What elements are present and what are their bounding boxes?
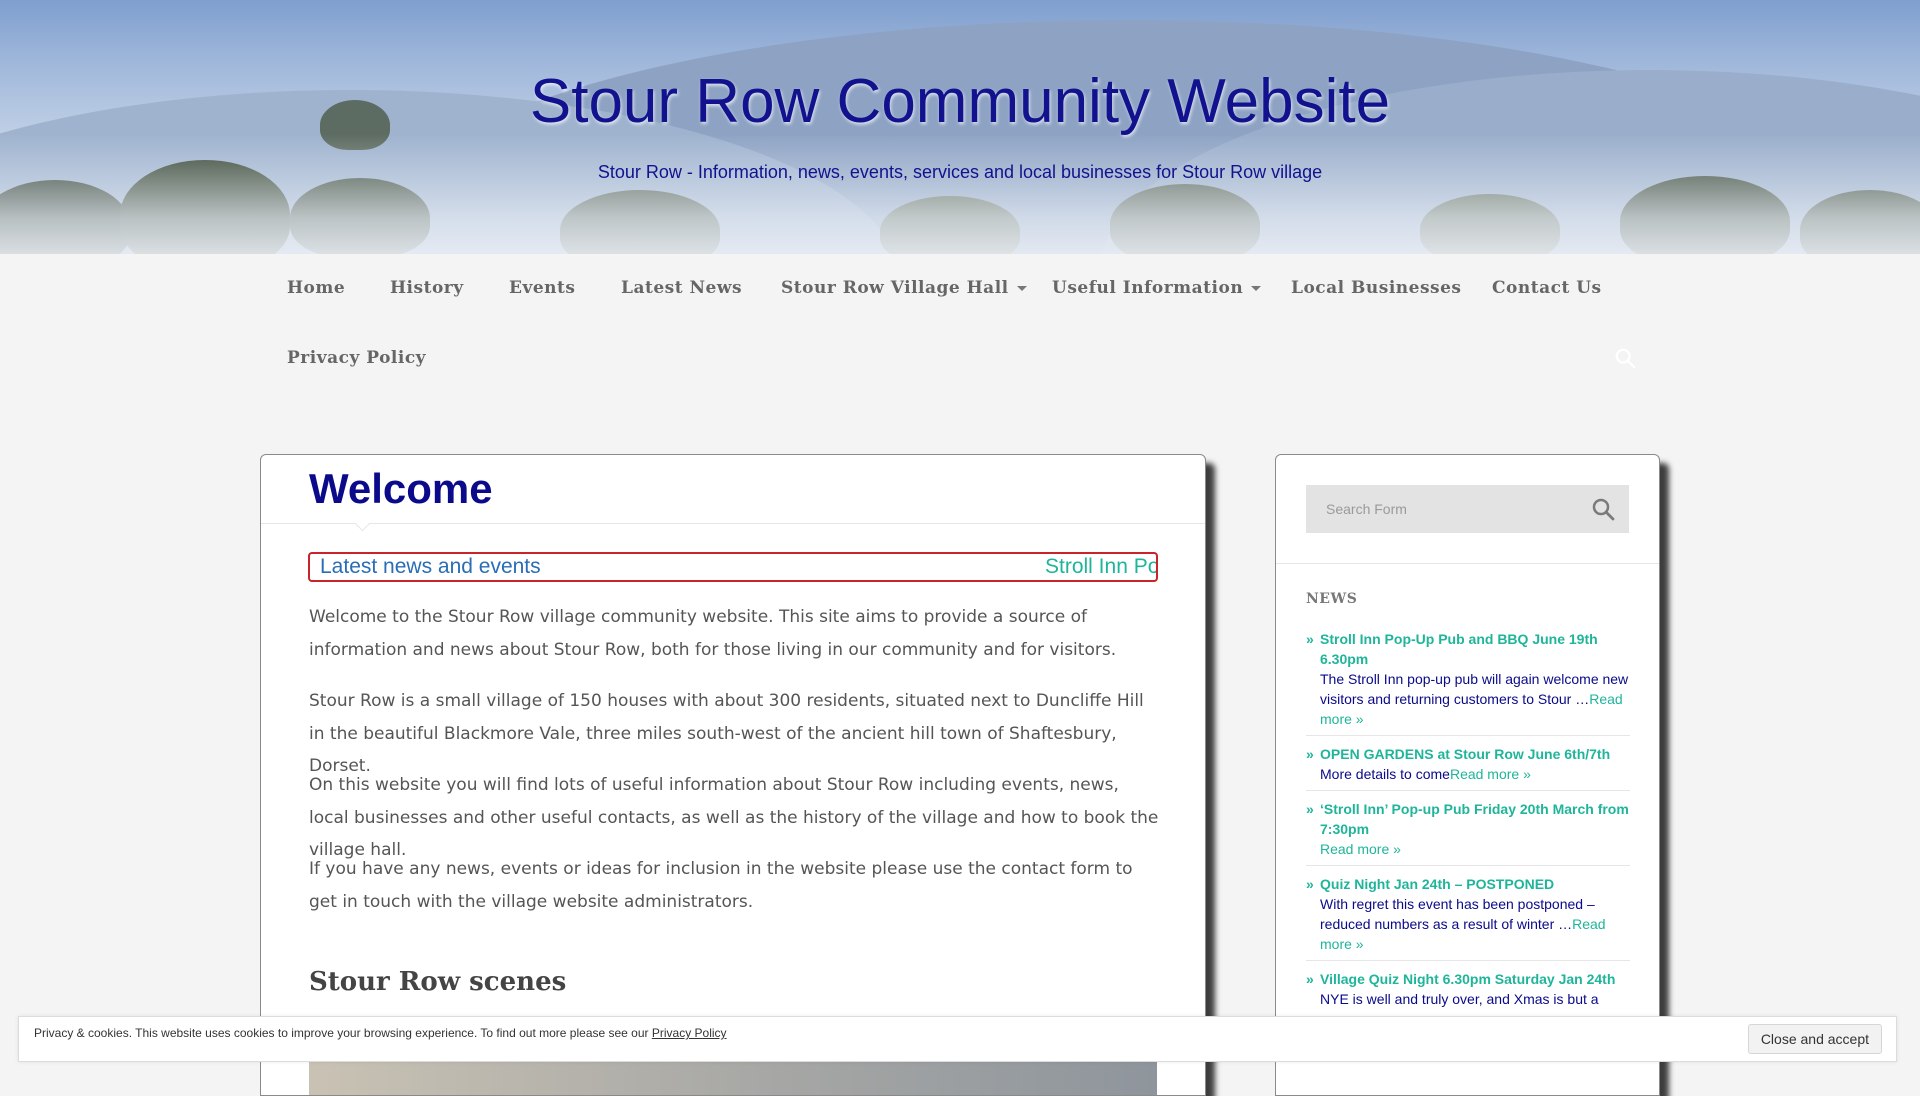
chevron-right-icon: » (1306, 801, 1314, 817)
nav-item-history[interactable]: History (390, 278, 464, 298)
news-excerpt: With regret this event has been postpone… (1320, 896, 1595, 932)
sidebar: NEWS » Stroll Inn Pop-Up Pub and BBQ Jun… (1275, 454, 1660, 1096)
news-title-link[interactable]: Village Quiz Night 6.30pm Saturday Jan 2… (1320, 969, 1630, 989)
search-icon[interactable] (1591, 497, 1615, 521)
search-icon[interactable] (1614, 347, 1636, 369)
nav-item-local-businesses[interactable]: Local Businesses (1291, 278, 1462, 298)
privacy-policy-link[interactable]: Privacy Policy (652, 1026, 727, 1040)
nav-item-contact-us[interactable]: Contact Us (1492, 278, 1602, 298)
chevron-down-icon (1251, 286, 1262, 291)
news-item: » OPEN GARDENS at Stour Row June 6th/7th… (1306, 744, 1630, 791)
nav-item-events[interactable]: Events (509, 278, 575, 298)
chevron-right-icon: » (1306, 971, 1314, 987)
main-content-card: Welcome Latest news and events Stroll In… (260, 454, 1206, 1096)
scene-image (309, 1062, 1157, 1095)
chevron-down-icon (1016, 286, 1027, 291)
welcome-paragraph: Welcome to the Stour Row village communi… (309, 607, 1117, 660)
chevron-right-icon: » (1306, 631, 1314, 647)
news-excerpt: The Stroll Inn pop-up pub will again wel… (1320, 671, 1629, 707)
scenes-heading: Stour Row scenes (309, 967, 567, 997)
close-and-accept-button[interactable]: Close and accept (1747, 1024, 1882, 1054)
village-paragraph: Stour Row is a small village of 150 hous… (309, 691, 1144, 776)
news-excerpt: NYE is well and truly over, and Xmas is … (1320, 991, 1599, 1007)
news-excerpt: More details to come (1320, 766, 1450, 782)
info-paragraph: On this website you will find lots of us… (309, 775, 1159, 860)
ticker-news-link[interactable]: Stroll Inn Pop-Up Pub and BBQ June 19th … (1045, 555, 1156, 579)
nav-item-village-hall[interactable]: Stour Row Village Hall (781, 278, 1027, 298)
nav-item-privacy-policy[interactable]: Privacy Policy (287, 348, 426, 368)
news-item: » Stroll Inn Pop-Up Pub and BBQ June 19t… (1306, 629, 1630, 736)
nav-item-home[interactable]: Home (287, 278, 345, 298)
chevron-right-icon: » (1306, 746, 1314, 762)
nav-item-useful-information[interactable]: Useful Information (1052, 278, 1262, 298)
news-title-link[interactable]: ‘Stroll Inn’ Pop-up Pub Friday 20th Marc… (1320, 799, 1630, 839)
site-tagline: Stour Row - Information, news, events, s… (597, 162, 1323, 182)
news-item: » Village Quiz Night 6.30pm Saturday Jan… (1306, 969, 1630, 1015)
news-title-link[interactable]: Stroll Inn Pop-Up Pub and BBQ June 19th … (1320, 629, 1630, 669)
cookie-text: Privacy & cookies. This website uses coo… (34, 1026, 727, 1040)
news-item: » ‘Stroll Inn’ Pop-up Pub Friday 20th Ma… (1306, 799, 1630, 866)
read-more-link[interactable]: Read more » (1450, 766, 1531, 782)
site-header: Stour Row Community Website Stour Row - … (0, 0, 1920, 254)
search-input[interactable] (1306, 485, 1576, 533)
news-title-link[interactable]: Quiz Night Jan 24th – POSTPONED (1320, 874, 1630, 894)
news-heading: NEWS (1306, 591, 1358, 607)
read-more-link[interactable]: Read more » (1320, 841, 1401, 857)
contact-paragraph: If you have any news, events or ideas fo… (309, 859, 1133, 912)
title-notch (354, 515, 371, 532)
page-title: Welcome (309, 465, 493, 512)
sidebar-divider (1276, 563, 1659, 564)
news-list: » Stroll Inn Pop-Up Pub and BBQ June 19t… (1306, 629, 1630, 1023)
cookie-banner: Privacy & cookies. This website uses coo… (18, 1016, 1897, 1062)
title-divider (261, 523, 1205, 524)
site-title[interactable]: Stour Row Community Website (0, 66, 1920, 137)
main-navigation: Home History Events Latest News Stour Ro… (0, 254, 1920, 404)
news-ticker: Latest news and events Stroll Inn Pop-Up… (308, 552, 1158, 582)
nav-item-latest-news[interactable]: Latest News (621, 278, 742, 298)
sidebar-search (1306, 485, 1629, 533)
header-mist (0, 134, 1920, 254)
news-item: » Quiz Night Jan 24th – POSTPONED With r… (1306, 874, 1630, 961)
ticker-label: Latest news and events (320, 555, 541, 578)
news-title-link[interactable]: OPEN GARDENS at Stour Row June 6th/7th (1320, 744, 1630, 764)
chevron-right-icon: » (1306, 876, 1314, 892)
